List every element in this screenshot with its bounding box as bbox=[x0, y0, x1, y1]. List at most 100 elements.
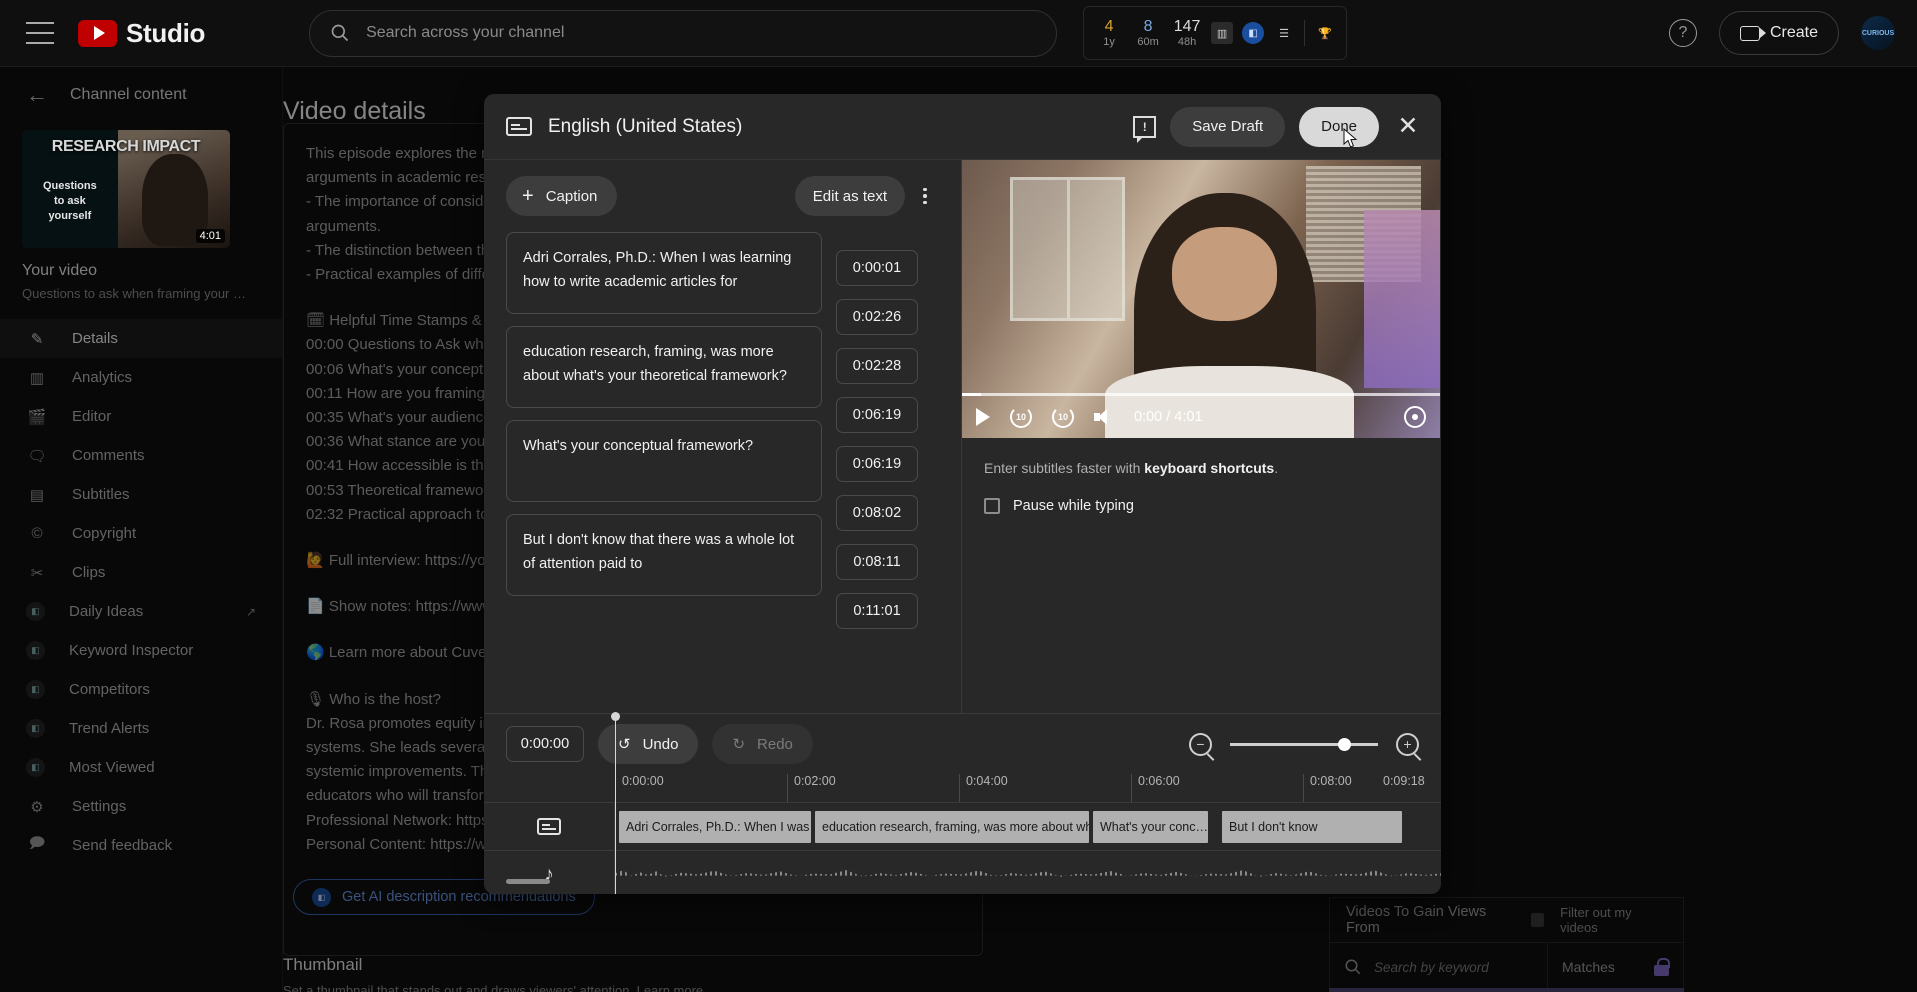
timeline-caption-chip[interactable]: education research, framing, was more ab… bbox=[815, 811, 1089, 843]
video-duration-badge: 4:01 bbox=[196, 229, 225, 243]
caption-track-area[interactable]: Adri Corrales, Ph.D.: When I was learni…… bbox=[615, 803, 1441, 851]
youtube-studio-app: Studio Search across your channel 4 1y 8… bbox=[0, 0, 1917, 992]
search-placeholder: Search across your channel bbox=[366, 24, 564, 42]
edit-as-text-button[interactable]: Edit as text bbox=[795, 176, 905, 216]
studio-logo[interactable]: Studio bbox=[78, 18, 205, 49]
rewind-10-icon[interactable]: 10 bbox=[1010, 406, 1032, 428]
timeline-caption-chip[interactable]: What's your conc… bbox=[1093, 811, 1208, 843]
pause-while-typing-row: Pause while typing bbox=[962, 476, 1441, 514]
list-icon[interactable]: ☰ bbox=[1273, 22, 1295, 44]
menu-icon[interactable] bbox=[26, 22, 54, 44]
caption-end-time[interactable]: 0:02:26 bbox=[836, 299, 918, 335]
avatar-text: CURIOUS bbox=[1862, 30, 1894, 37]
undo-button[interactable]: ↺ Undo bbox=[598, 724, 698, 764]
help-icon[interactable]: ? bbox=[1669, 19, 1697, 47]
caption-end-time[interactable]: 0:06:19 bbox=[836, 397, 918, 433]
caption-editor-pane: + Caption Edit as text Adri Corrales, Ph… bbox=[484, 160, 962, 713]
redo-icon: ↻ bbox=[732, 735, 745, 753]
audio-track-area[interactable] bbox=[615, 851, 1441, 895]
pause-while-typing-checkbox[interactable] bbox=[984, 498, 1000, 514]
video-time-display: 0:00 / 4:01 bbox=[1134, 409, 1203, 425]
keyboard-shortcuts-link[interactable]: keyboard shortcuts bbox=[1144, 460, 1274, 476]
caption-text-input[interactable]: What's your conceptual framework? bbox=[506, 420, 822, 502]
channel-stats-widget[interactable]: 4 1y 8 60m 147 48h ▥ ◧ ☰ 🏆 bbox=[1083, 6, 1347, 60]
caption-end-time[interactable]: 0:08:02 bbox=[836, 495, 918, 531]
close-icon[interactable]: ✕ bbox=[1393, 114, 1423, 139]
redo-button[interactable]: ↻ Redo bbox=[712, 724, 812, 764]
caption-text-column: Adri Corrales, Ph.D.: When I was learnin… bbox=[506, 232, 822, 713]
audio-waveform bbox=[615, 864, 1441, 886]
stat-item: 147 48h bbox=[1172, 18, 1202, 49]
caption-text-input[interactable]: Adri Corrales, Ph.D.: When I was learnin… bbox=[506, 232, 822, 314]
video-player[interactable]: 10 10 0:00 / 4:01 bbox=[962, 160, 1440, 438]
thumbnail-title: RESEARCH IMPACT bbox=[22, 138, 230, 156]
create-button[interactable]: Create bbox=[1719, 11, 1839, 55]
trophy-icon[interactable]: 🏆 bbox=[1314, 22, 1336, 44]
more-options-icon[interactable] bbox=[911, 188, 939, 205]
top-bar-right: ? Create CURIOUS bbox=[1669, 11, 1895, 55]
preview-pane: 10 10 0:00 / 4:01 Enter subtitles faster… bbox=[962, 160, 1441, 713]
ruler-tick: 0:04:00 bbox=[959, 774, 1008, 802]
stat-sub: 60m bbox=[1133, 35, 1163, 49]
timeline-ruler[interactable]: 0:00:00 0:02:00 0:04:00 0:06:00 0:08:00 … bbox=[615, 774, 1441, 802]
caption-text-input[interactable]: education research, framing, was more ab… bbox=[506, 326, 822, 408]
timeline-caption-chip[interactable]: But I don't know bbox=[1222, 811, 1402, 843]
timeline-time-field[interactable]: 0:00:00 bbox=[506, 726, 584, 762]
settings-gear-icon[interactable] bbox=[1404, 406, 1426, 428]
timeline-caption-chip[interactable]: Adri Corrales, Ph.D.: When I was learni… bbox=[619, 811, 811, 843]
timeline-horizontal-scrollbar[interactable] bbox=[506, 879, 550, 884]
modal-header-actions: ! Save Draft Done ✕ bbox=[1133, 107, 1423, 147]
timeline-playhead[interactable] bbox=[615, 714, 616, 894]
thumbnail-subtitle: Questionsto askyourself bbox=[43, 179, 97, 224]
timeline-toolbar: 0:00:00 ↺ Undo ↻ Redo − + bbox=[484, 714, 1441, 774]
add-caption-button[interactable]: + Caption bbox=[506, 176, 617, 216]
modal-body: + Caption Edit as text Adri Corrales, Ph… bbox=[484, 160, 1441, 713]
feedback-icon[interactable]: ! bbox=[1133, 116, 1156, 138]
play-icon[interactable] bbox=[976, 408, 990, 426]
search-icon bbox=[330, 23, 350, 43]
zoom-slider[interactable] bbox=[1230, 743, 1378, 746]
stat-sub: 1y bbox=[1094, 35, 1124, 49]
search-input[interactable]: Search across your channel bbox=[309, 10, 1057, 57]
modal-header: English (United States) ! Save Draft Don… bbox=[484, 94, 1441, 160]
modal-title: English (United States) bbox=[548, 116, 742, 138]
brand-label: Studio bbox=[126, 18, 205, 49]
ruler-tick: 0:02:00 bbox=[787, 774, 836, 802]
plugin-icon[interactable]: ◧ bbox=[1242, 22, 1264, 44]
caption-text-input[interactable]: But I don't know that there was a whole … bbox=[506, 514, 822, 596]
ruler-tick: 0:06:00 bbox=[1131, 774, 1180, 802]
caption-start-time[interactable]: 0:08:11 bbox=[836, 544, 918, 580]
zoom-slider-thumb[interactable] bbox=[1338, 738, 1351, 751]
timeline-tracks: Adri Corrales, Ph.D.: When I was learni…… bbox=[484, 802, 1441, 894]
caption-start-time[interactable]: 0:06:19 bbox=[836, 446, 918, 482]
caption-list: Adri Corrales, Ph.D.: When I was learnin… bbox=[484, 232, 961, 713]
subtitles-icon bbox=[537, 818, 561, 835]
volume-icon[interactable] bbox=[1094, 408, 1114, 426]
stat-number: 4 bbox=[1094, 18, 1124, 35]
mouse-cursor bbox=[1343, 128, 1359, 150]
avatar[interactable]: CURIOUS bbox=[1861, 16, 1895, 50]
stat-item: 8 60m bbox=[1133, 18, 1163, 49]
video-controls: 10 10 0:00 / 4:01 bbox=[962, 396, 1440, 438]
caption-end-time[interactable]: 0:11:01 bbox=[836, 593, 918, 629]
undo-label: Undo bbox=[643, 736, 679, 753]
zoom-controls: − + bbox=[1189, 733, 1419, 756]
subtitles-icon bbox=[506, 117, 532, 136]
plus-icon: + bbox=[522, 186, 534, 206]
zoom-out-icon[interactable]: − bbox=[1189, 733, 1212, 756]
zoom-in-icon[interactable]: + bbox=[1396, 733, 1419, 756]
stat-number: 8 bbox=[1133, 18, 1163, 35]
save-draft-button[interactable]: Save Draft bbox=[1170, 107, 1285, 147]
forward-10-icon[interactable]: 10 bbox=[1052, 406, 1074, 428]
done-button[interactable]: Done bbox=[1299, 107, 1379, 147]
caption-start-time[interactable]: 0:02:28 bbox=[836, 348, 918, 384]
audio-track-icon-cell: ♪ bbox=[484, 851, 615, 895]
video-poster-decor bbox=[1364, 210, 1440, 388]
hint-suffix: . bbox=[1274, 460, 1278, 476]
bar-chart-icon[interactable]: ▥ bbox=[1211, 22, 1233, 44]
ruler-tick: 0:08:00 bbox=[1303, 774, 1352, 802]
undo-icon: ↺ bbox=[618, 735, 631, 753]
caption-button-label: Caption bbox=[546, 188, 598, 205]
divider bbox=[1304, 20, 1305, 46]
caption-start-time[interactable]: 0:00:01 bbox=[836, 250, 918, 286]
